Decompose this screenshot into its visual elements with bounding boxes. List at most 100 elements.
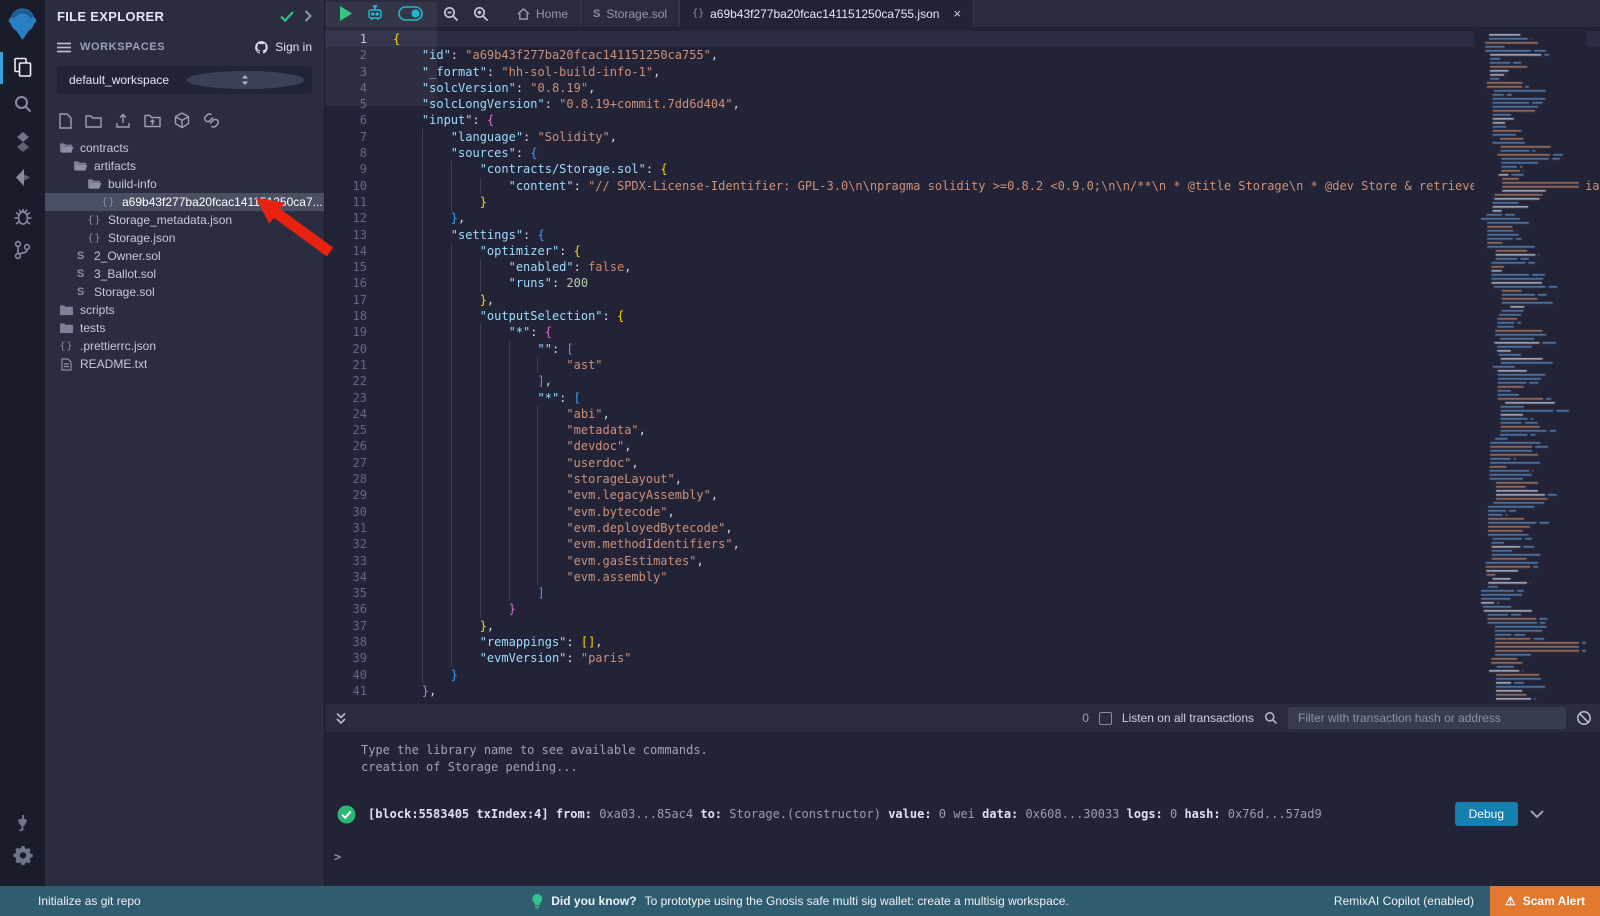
code-line[interactable]: 12 }, bbox=[325, 210, 1600, 226]
code-line[interactable]: 18 "outputSelection": { bbox=[325, 308, 1600, 324]
scam-alert-badge[interactable]: ⚠ Scam Alert bbox=[1490, 886, 1600, 916]
remix-logo-icon[interactable] bbox=[0, 7, 45, 40]
code-line[interactable]: 30 "evm.bytecode", bbox=[325, 504, 1600, 520]
terminal-output[interactable]: Type the library name to see available c… bbox=[325, 732, 1600, 886]
code-line[interactable]: 39 "evmVersion": "paris" bbox=[325, 650, 1600, 666]
code-line[interactable]: 29 "evm.legacyAssembly", bbox=[325, 487, 1600, 503]
code-line[interactable]: 35 ] bbox=[325, 585, 1600, 601]
code-line[interactable]: 32 "evm.methodIdentifiers", bbox=[325, 536, 1600, 552]
code-line[interactable]: 2 "id": "a69b43f277ba20fcac141151250ca75… bbox=[325, 47, 1600, 63]
code-editor[interactable]: 1{2 "id": "a69b43f277ba20fcac141151250ca… bbox=[325, 28, 1600, 704]
plugin-manager-icon[interactable] bbox=[0, 812, 45, 833]
code-line[interactable]: 4 "solcVersion": "0.8.19", bbox=[325, 80, 1600, 96]
debug-button[interactable]: Debug bbox=[1455, 802, 1518, 826]
code-line[interactable]: 14 "optimizer": { bbox=[325, 243, 1600, 259]
code-line[interactable]: 23 "*": [ bbox=[325, 390, 1600, 406]
tree-item-artifacts[interactable]: artifacts bbox=[45, 157, 324, 175]
code-line[interactable]: 24 "abi", bbox=[325, 406, 1600, 422]
code-line[interactable]: 21 "ast" bbox=[325, 357, 1600, 373]
tree-item-storage-sol[interactable]: SStorage.sol bbox=[45, 283, 324, 301]
tree-item-2-owner-sol[interactable]: S2_Owner.sol bbox=[45, 247, 324, 265]
tree-item-label: a69b43f277ba20fcac141151250ca7... bbox=[122, 195, 323, 209]
listen-checkbox[interactable] bbox=[1099, 712, 1112, 725]
terminal-search-icon[interactable] bbox=[1264, 711, 1278, 725]
code-line[interactable]: 8 "sources": { bbox=[325, 145, 1600, 161]
code-line[interactable]: 28 "storageLayout", bbox=[325, 471, 1600, 487]
settings-gear-icon[interactable] bbox=[0, 845, 45, 865]
code-line[interactable]: 25 "metadata", bbox=[325, 422, 1600, 438]
code-line[interactable]: 31 "evm.deployedBytecode", bbox=[325, 520, 1600, 536]
tab-home[interactable]: Home bbox=[505, 0, 581, 27]
code-line[interactable]: 15 "enabled": false, bbox=[325, 259, 1600, 275]
tab-storage-sol[interactable]: S Storage.sol bbox=[581, 0, 680, 27]
solidity-compiler-icon[interactable] bbox=[0, 131, 45, 153]
load-gist-cube-icon[interactable] bbox=[174, 112, 190, 129]
code-line[interactable]: 1{ bbox=[325, 31, 1600, 47]
git-init-status[interactable]: Initialize as git repo bbox=[38, 894, 141, 908]
copilot-status[interactable]: RemixAI Copilot (enabled) bbox=[1334, 894, 1474, 908]
code-line[interactable]: 20 "": [ bbox=[325, 341, 1600, 357]
tree-item-a69b43f277ba20fcac141151250ca7-[interactable]: {}a69b43f277ba20fcac141151250ca7... bbox=[45, 193, 324, 211]
new-file-icon[interactable] bbox=[59, 113, 72, 129]
code-line[interactable]: 11 } bbox=[325, 194, 1600, 210]
code-line[interactable]: 33 "evm.gasEstimates", bbox=[325, 553, 1600, 569]
close-tab-icon[interactable]: × bbox=[953, 6, 961, 21]
git-branch-icon[interactable] bbox=[0, 240, 45, 260]
search-icon[interactable] bbox=[0, 94, 45, 114]
code-line[interactable]: 34 "evm.assembly" bbox=[325, 569, 1600, 585]
code-line[interactable]: 10 "content": "// SPDX-License-Identifie… bbox=[325, 178, 1600, 194]
code-line[interactable]: 37 }, bbox=[325, 618, 1600, 634]
upload-folder-icon[interactable] bbox=[144, 113, 161, 128]
expand-tx-chevron-icon[interactable] bbox=[1530, 810, 1544, 819]
code-line[interactable]: 27 "userdoc", bbox=[325, 455, 1600, 471]
code-line[interactable]: 7 "language": "Solidity", bbox=[325, 129, 1600, 145]
filter-input[interactable] bbox=[1288, 707, 1566, 729]
code-line[interactable]: 38 "remappings": [], bbox=[325, 634, 1600, 650]
deploy-and-run-icon[interactable] bbox=[0, 167, 45, 188]
tab-build-info-json[interactable]: {} a69b43f277ba20fcac141151250ca755.json… bbox=[680, 0, 974, 27]
tree-item-tests[interactable]: tests bbox=[45, 319, 324, 337]
code-line[interactable]: 40 } bbox=[325, 667, 1600, 683]
code-line[interactable]: 6 "input": { bbox=[325, 112, 1600, 128]
link-icon[interactable] bbox=[203, 113, 220, 128]
tree-item-label: .prettierrc.json bbox=[80, 339, 156, 353]
tree-item-storage-metadata-json[interactable]: {}Storage_metadata.json bbox=[45, 211, 324, 229]
clear-console-icon[interactable] bbox=[1576, 710, 1592, 726]
tree-item-label: README.txt bbox=[80, 357, 147, 371]
line-number: 13 bbox=[325, 227, 383, 243]
code-line[interactable]: 41 }, bbox=[325, 683, 1600, 699]
tree-item-readme-txt[interactable]: README.txt bbox=[45, 355, 324, 373]
minimap[interactable] bbox=[1474, 28, 1586, 704]
workspace-select[interactable]: default_workspace bbox=[57, 66, 312, 94]
code-line[interactable]: 22 ], bbox=[325, 373, 1600, 389]
code-line[interactable]: 16 "runs": 200 bbox=[325, 275, 1600, 291]
code-line[interactable]: 17 }, bbox=[325, 292, 1600, 308]
tree-item-build-info[interactable]: build-info bbox=[45, 175, 324, 193]
debugger-bug-icon[interactable] bbox=[0, 207, 45, 226]
tree-item-3-ballot-sol[interactable]: S3_Ballot.sol bbox=[45, 265, 324, 283]
workspaces-menu-icon[interactable] bbox=[57, 42, 71, 53]
code-line[interactable]: 36 } bbox=[325, 601, 1600, 617]
code-line[interactable]: 5 "solcLongVersion": "0.8.19+commit.7dd6… bbox=[325, 96, 1600, 112]
transaction-row[interactable]: [block:5583405 txIndex:4] from: 0xa03...… bbox=[325, 798, 1600, 830]
code-line[interactable]: 3 "_format": "hh-sol-build-info-1", bbox=[325, 64, 1600, 80]
tree-item-storage-json[interactable]: {}Storage.json bbox=[45, 229, 324, 247]
code-line[interactable]: 13 "settings": { bbox=[325, 227, 1600, 243]
code-line[interactable]: 9 "contracts/Storage.sol": { bbox=[325, 161, 1600, 177]
minimap-slider[interactable] bbox=[325, 2, 437, 106]
sign-in-button[interactable]: Sign in bbox=[254, 40, 312, 55]
terminal-prompt[interactable]: > bbox=[325, 850, 1600, 864]
tree-item--prettierrc-json[interactable]: {}.prettierrc.json bbox=[45, 337, 324, 355]
zoom-in-icon[interactable] bbox=[473, 6, 489, 22]
file-explorer-icon[interactable] bbox=[0, 56, 45, 78]
new-folder-icon[interactable] bbox=[85, 114, 102, 128]
upload-file-icon[interactable] bbox=[115, 113, 131, 129]
tree-item-scripts[interactable]: scripts bbox=[45, 301, 324, 319]
collapse-chevron-icon[interactable] bbox=[304, 10, 312, 22]
zoom-out-icon[interactable] bbox=[443, 6, 459, 22]
tree-item-contracts[interactable]: contracts bbox=[45, 139, 324, 157]
code-line[interactable]: 19 "*": { bbox=[325, 324, 1600, 340]
workspace-stepper-icon[interactable] bbox=[187, 71, 305, 89]
code-line[interactable]: 26 "devdoc", bbox=[325, 438, 1600, 454]
terminal-collapse-icon[interactable] bbox=[335, 712, 347, 725]
